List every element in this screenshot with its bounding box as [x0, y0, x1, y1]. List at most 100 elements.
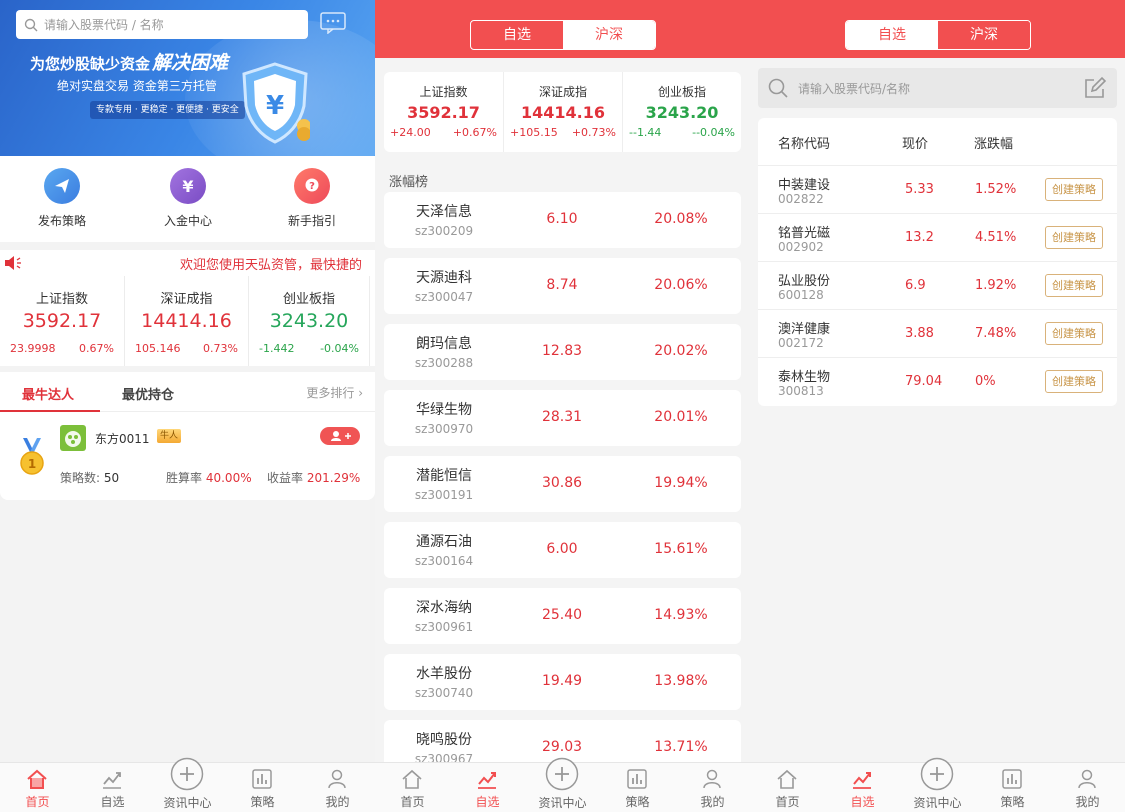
home-icon	[777, 769, 797, 789]
more-ranking-link[interactable]: 更多排行 ›	[306, 384, 363, 401]
search-input[interactable]: 请输入股票代码 / 名称	[16, 10, 308, 39]
segment-market[interactable]: 沪深	[563, 21, 655, 49]
message-icon[interactable]	[320, 12, 346, 34]
nav-watchlist[interactable]: 自选	[825, 763, 900, 812]
nav-strategy[interactable]: 策略	[975, 763, 1050, 812]
stock-name: 晓鸣股份	[416, 732, 472, 748]
table-header: 名称代码 现价 涨跌幅	[758, 118, 1117, 166]
column-change: 涨跌幅	[974, 137, 1014, 152]
stock-price: 8.74	[546, 277, 578, 293]
nav-news-center[interactable]: 资讯中心	[150, 757, 225, 812]
stock-code: 300813	[778, 384, 824, 398]
index-card-chinext[interactable]: 创业板指 3243.20 --1.44 --0.04%	[622, 72, 741, 152]
list-item[interactable]: 通源石油 sz300164 6.00 15.61%	[384, 522, 741, 578]
nav-news-center[interactable]: 资讯中心	[525, 757, 600, 812]
stock-code: sz300961	[414, 620, 474, 634]
nav-strategy[interactable]: 策略	[600, 763, 675, 812]
index-name: 深证成指	[538, 85, 587, 99]
stock-change: 7.48%	[975, 326, 1017, 341]
index-card-shenzhen[interactable]: 深证成指 14414.16 105.146 0.73%	[124, 276, 248, 366]
index-percent: --0.04%	[692, 126, 735, 139]
search-input[interactable]: 请输入股票代码/名称	[758, 68, 1117, 108]
column-name-code: 名称代码	[778, 137, 831, 152]
index-change: 105.146	[135, 342, 181, 355]
index-change: +105.15	[510, 126, 558, 139]
index-price: 3243.20	[645, 103, 719, 122]
quick-link-publish-strategy[interactable]: 发布策略	[22, 168, 102, 229]
tab-best-holdings[interactable]: 最优持仓	[122, 384, 174, 403]
nav-watchlist[interactable]: 自选	[75, 763, 150, 812]
nav-home[interactable]: 首页	[0, 763, 75, 812]
stock-code: sz300164	[414, 554, 474, 568]
table-row[interactable]: 中装建设 002822 5.33 1.52% 创建策略	[758, 166, 1117, 214]
stock-name: 潜能恒信	[416, 468, 472, 484]
index-name: 创业板指	[657, 85, 706, 99]
nav-home[interactable]: 首页	[375, 763, 450, 812]
stock-price: 6.9	[905, 278, 926, 293]
win-rate-label: 胜算率	[166, 471, 203, 485]
edit-icon[interactable]	[1083, 76, 1107, 100]
create-strategy-button[interactable]: 创建策略	[1045, 370, 1103, 393]
quick-link-deposit-center[interactable]: ¥ 入金中心	[148, 168, 228, 229]
nav-profile[interactable]: 我的	[675, 763, 750, 812]
index-name: 深证成指	[160, 292, 213, 307]
nav-news-center[interactable]: 资讯中心	[900, 757, 975, 812]
create-strategy-button[interactable]: 创建策略	[1045, 322, 1103, 345]
index-summary: 上证指数 3592.17 +24.00 +0.67% 深证成指 14414.16…	[384, 72, 741, 152]
nav-watchlist[interactable]: 自选	[450, 763, 525, 812]
stock-code: sz300970	[414, 422, 474, 436]
stock-name: 天泽信息	[416, 204, 472, 220]
segment-watchlist[interactable]: 自选	[846, 21, 938, 49]
expert-badge: 牛人	[157, 429, 182, 443]
list-item[interactable]: 深水海纳 sz300961 25.40 14.93%	[384, 588, 741, 644]
svg-text:¥: ¥	[266, 91, 284, 121]
index-card-shanghai[interactable]: 上证指数 3592.17 23.9998 0.67%	[0, 276, 124, 366]
create-strategy-button[interactable]: 创建策略	[1045, 226, 1103, 249]
stock-price: 30.86	[541, 475, 583, 491]
nav-profile[interactable]: 我的	[300, 763, 375, 812]
nav-home[interactable]: 首页	[750, 763, 825, 812]
table-row[interactable]: 澳洋健康 002172 3.88 7.48% 创建策略	[758, 310, 1117, 358]
index-card-chinext[interactable]: 创业板指 3243.20 -1.442 -0.04%	[248, 276, 370, 366]
nav-strategy[interactable]: 策略	[225, 763, 300, 812]
avatar[interactable]	[60, 425, 86, 451]
tab-top-traders[interactable]: 最牛达人	[22, 384, 74, 403]
watchlist-screen: 自选 沪深 请输入股票代码/名称 名称代码 现价 涨跌幅 中装建设 002822…	[750, 0, 1125, 812]
promo-banner[interactable]: 请输入股票代码 / 名称 为您炒股缺少资金 解决困难 绝对实盘交易 资金第三方托管…	[0, 0, 375, 156]
list-title: 涨幅榜	[389, 175, 429, 190]
list-item[interactable]: 天源迪科 sz300047 8.74 20.06%	[384, 258, 741, 314]
quick-link-label: 入金中心	[163, 214, 212, 228]
stock-change: 20.02%	[654, 343, 708, 359]
stock-code: 002902	[778, 240, 824, 254]
quick-link-beginner-guide[interactable]: ? 新手指引	[272, 168, 352, 229]
segment-watchlist[interactable]: 自选	[471, 21, 563, 49]
nav-label: 我的	[325, 795, 350, 809]
segment-market[interactable]: 沪深	[938, 21, 1030, 49]
notice-marquee[interactable]: 欢迎您使用天弘资管，最快捷的	[0, 250, 375, 276]
stock-change: 19.94%	[654, 475, 708, 491]
return-rate-value: 201.29%	[306, 471, 361, 485]
nav-profile[interactable]: 我的	[1050, 763, 1125, 812]
table-row[interactable]: 泰林生物 300813 79.04 0% 创建策略	[758, 358, 1117, 406]
bottom-nav: 首页 自选 资讯中心 策略 我的	[0, 757, 375, 812]
create-strategy-button[interactable]: 创建策略	[1045, 274, 1103, 297]
ranking-section: 最牛达人 最优持仓 更多排行 › 1 东方0011 牛人 策略数: 50 胜算率…	[0, 372, 375, 500]
list-item[interactable]: 天泽信息 sz300209 6.10 20.08%	[384, 192, 741, 248]
stock-name: 通源石油	[416, 534, 472, 550]
list-item[interactable]: 华绿生物 sz300970 28.31 20.01%	[384, 390, 741, 446]
bar-chart-icon	[627, 769, 647, 789]
trader-name[interactable]: 东方0011	[95, 430, 150, 447]
create-strategy-button[interactable]: 创建策略	[1045, 178, 1103, 201]
index-card-shenzhen[interactable]: 深证成指 14414.16 +105.15 +0.73%	[503, 72, 622, 152]
table-row[interactable]: 弘业股份 600128 6.9 1.92% 创建策略	[758, 262, 1117, 310]
list-item[interactable]: 水羊股份 sz300740 19.49 13.98%	[384, 654, 741, 710]
list-item[interactable]: 朗玛信息 sz300288 12.83 20.02%	[384, 324, 741, 380]
list-item[interactable]: 潜能恒信 sz300191 30.86 19.94%	[384, 456, 741, 512]
index-percent: 0.73%	[203, 342, 238, 355]
stock-price: 29.03	[541, 739, 583, 755]
stock-change: 13.98%	[654, 673, 708, 689]
follow-button[interactable]	[320, 427, 360, 445]
index-price: 3592.17	[407, 103, 480, 122]
index-card-shanghai[interactable]: 上证指数 3592.17 +24.00 +0.67%	[384, 72, 503, 152]
table-row[interactable]: 铭普光磁 002902 13.2 4.51% 创建策略	[758, 214, 1117, 262]
